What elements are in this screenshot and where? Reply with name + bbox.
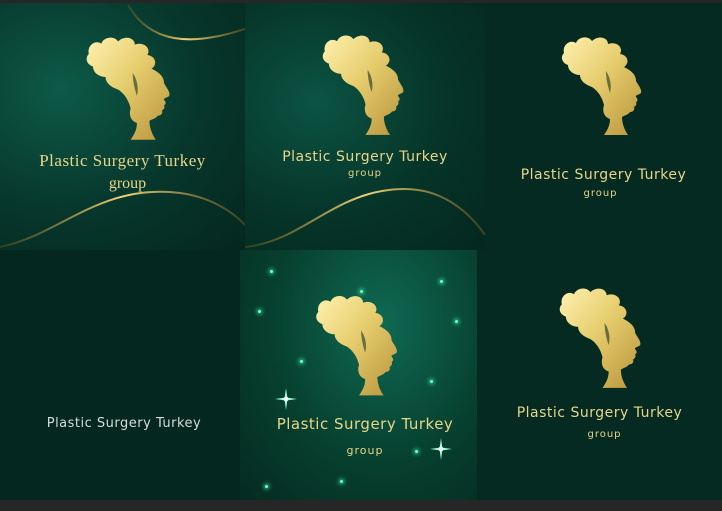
brand-title: Plastic Surgery Turkey: [520, 167, 687, 183]
sparkle-dot: [258, 310, 261, 313]
sparkle-dot: [455, 320, 458, 323]
brand-subtitle: group: [583, 188, 618, 199]
design-tile-1[interactable]: Plastic Surgery Turkey group: [0, 3, 245, 250]
sparkle-star-icon: [275, 388, 297, 410]
brand-title: Plastic Surgery Turkey: [39, 151, 206, 170]
brand-subtitle: group: [346, 444, 384, 457]
brand-subtitle: group: [347, 168, 383, 179]
brand-subtitle: group: [108, 175, 147, 192]
woman-profile-logo-icon: [542, 282, 657, 394]
sparkle-dot: [340, 480, 343, 483]
brand-title: Plastic Surgery Turkey: [282, 149, 448, 165]
sparkle-dot: [430, 380, 433, 383]
design-tile-4[interactable]: Plastic Surgery Turkey: [0, 250, 240, 500]
sparkle-dot: [270, 270, 273, 273]
sparkle-dot: [265, 485, 268, 488]
brand-title: Plastic Surgery Turkey: [516, 405, 683, 421]
woman-profile-logo-icon: [70, 31, 185, 146]
brand-title: Plastic Surgery Turkey: [46, 416, 202, 431]
canvas-bottom-strip: [0, 500, 722, 511]
woman-profile-logo-icon: [300, 288, 412, 403]
design-tile-3[interactable]: Plastic Surgery Turkey group: [485, 3, 722, 250]
design-canvas: Plastic Surgery Turkey group Plastic Sur…: [0, 0, 722, 511]
woman-profile-logo-icon: [305, 29, 420, 141]
design-tile-2[interactable]: Plastic Surgery Turkey group: [245, 3, 485, 250]
woman-profile-logo-icon: [545, 31, 657, 141]
design-tile-5[interactable]: Plastic Surgery Turkey group: [240, 250, 477, 500]
brand-subtitle: group: [587, 429, 622, 440]
sparkle-dot: [440, 280, 443, 283]
design-tile-6[interactable]: Plastic Surgery Turkey group: [477, 250, 722, 500]
brand-title: Plastic Surgery Turkey: [276, 415, 454, 433]
